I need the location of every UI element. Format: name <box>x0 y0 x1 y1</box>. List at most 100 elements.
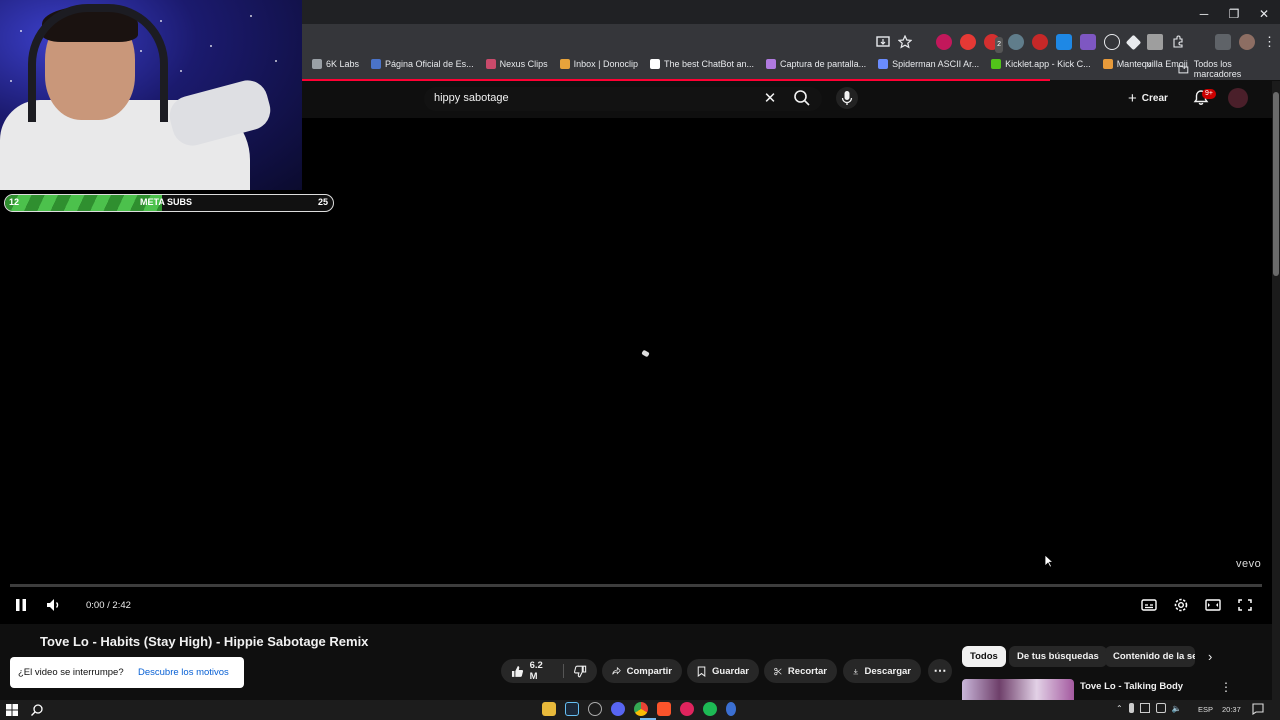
extensions-toolbar: 2 ⋮ <box>876 33 1276 53</box>
extensions-puzzle-icon[interactable] <box>1171 35 1185 49</box>
subtitles-icon[interactable] <box>1140 597 1158 613</box>
chrome-icon[interactable] <box>634 702 648 716</box>
network-icon[interactable] <box>1155 703 1166 713</box>
app-icon[interactable] <box>680 702 694 716</box>
volume-icon[interactable]: 🔈 <box>1172 704 1182 713</box>
chrome-menu-icon[interactable]: ⋮ <box>1263 34 1276 50</box>
extension-icon[interactable] <box>1056 34 1072 50</box>
like-divider <box>563 664 564 678</box>
steam-icon[interactable] <box>565 702 579 716</box>
reading-list-icon[interactable] <box>1215 34 1231 50</box>
thumbs-up-icon <box>511 665 524 677</box>
clear-search-icon[interactable]: ✕ <box>762 89 778 107</box>
bookmark-favicon-icon <box>559 59 570 69</box>
search-query[interactable]: hippy sabotage <box>434 92 509 104</box>
spotify-icon[interactable] <box>703 702 717 716</box>
account-avatar[interactable] <box>1228 88 1248 108</box>
bookmark-favicon-icon <box>485 59 496 69</box>
bookmark-item[interactable]: Página Oficial de Es... <box>371 59 474 69</box>
close-icon[interactable]: ✕ <box>1256 6 1272 22</box>
settings-gear-icon[interactable] <box>1172 597 1190 613</box>
fullscreen-icon[interactable] <box>1236 597 1254 613</box>
microphone-icon[interactable] <box>1128 703 1134 713</box>
bookmark-favicon-icon <box>878 59 889 69</box>
chip-all[interactable]: Todos <box>962 646 1006 667</box>
share-button[interactable]: Compartir <box>602 659 682 683</box>
extension-icon[interactable] <box>936 34 952 50</box>
toast-text: ¿El video se interrumpe? <box>18 667 124 678</box>
clip-button[interactable]: Recortar <box>764 659 837 683</box>
save-button[interactable]: Guardar <box>687 659 759 683</box>
bookmark-label: Captura de pantalla... <box>780 59 867 69</box>
taskbar-search-icon[interactable] <box>30 703 44 717</box>
bookmark-item[interactable]: Kicklet.app - Kick C... <box>991 59 1091 69</box>
chevron-up-icon[interactable]: ⌃ <box>1116 704 1123 713</box>
extension-icon[interactable] <box>960 34 976 50</box>
extension-icon[interactable] <box>1032 34 1048 50</box>
bookmark-item[interactable]: 6K Labs <box>312 59 359 69</box>
search-icon[interactable] <box>792 88 812 108</box>
chip-series-content[interactable]: Contenido de la ser <box>1105 646 1195 667</box>
bookmarks-list: 6K Labs Página Oficial de Es... Nexus Clip… <box>312 59 1188 69</box>
profile-avatar-icon[interactable] <box>1239 34 1255 50</box>
clock[interactable]: 20:37 <box>1222 705 1241 714</box>
restore-icon[interactable]: ❐ <box>1226 6 1242 22</box>
chip-from-searches[interactable]: De tus búsquedas <box>1009 646 1107 667</box>
windows-start-icon[interactable] <box>6 704 18 716</box>
chevron-right-icon[interactable]: › <box>1208 649 1212 664</box>
notification-center-icon[interactable] <box>1252 703 1264 715</box>
discord-icon[interactable] <box>611 702 625 716</box>
bookmark-favicon-icon <box>312 59 322 69</box>
bookmark-star-icon[interactable] <box>898 35 912 49</box>
player-progress-bar[interactable] <box>10 584 1262 587</box>
extension-icon[interactable]: 2 <box>984 34 1003 53</box>
create-button[interactable]: + Crear <box>1128 90 1168 107</box>
input-language[interactable]: ESP <box>1198 705 1213 714</box>
tray-app-icon[interactable] <box>1139 703 1150 713</box>
extension-icon[interactable] <box>1104 34 1120 50</box>
theater-mode-icon[interactable] <box>1204 597 1222 613</box>
bookmark-item[interactable]: The best ChatBot an... <box>649 59 754 69</box>
volume-icon[interactable] <box>46 598 62 612</box>
bookmark-favicon-icon <box>371 59 382 69</box>
bookmark-label: Spiderman ASCII Ar... <box>892 59 980 69</box>
install-app-icon[interactable] <box>876 35 890 49</box>
all-bookmarks-button[interactable]: Todos los marcadores <box>1178 59 1280 79</box>
extension-icon[interactable] <box>1008 34 1024 50</box>
extension-icon[interactable] <box>1147 34 1163 50</box>
bookmark-item[interactable]: Captura de pantalla... <box>766 59 866 69</box>
video-title: Tove Lo - Habits (Stay High) - Hippie Sa… <box>40 634 369 649</box>
extension-icon[interactable] <box>1125 34 1142 50</box>
minimize-icon[interactable]: ─ <box>1196 6 1212 22</box>
microphone-icon[interactable] <box>836 87 858 109</box>
scissors-icon <box>774 667 782 675</box>
brave-icon[interactable] <box>657 702 671 716</box>
app-icon[interactable] <box>588 702 602 716</box>
app-icon[interactable] <box>726 702 736 716</box>
download-button[interactable]: Descargar <box>843 659 921 683</box>
related-video-title[interactable]: Tove Lo - Talking Body <box>1080 681 1183 692</box>
bookmark-favicon-icon <box>1102 59 1113 69</box>
extension-badge: 2 <box>995 37 1003 53</box>
bookmark-item[interactable]: Inbox | Donoclip <box>559 59 638 69</box>
extension-icon[interactable] <box>1080 34 1096 50</box>
scrollbar-thumb[interactable] <box>1273 92 1279 276</box>
related-video-menu-icon[interactable]: ⋮ <box>1220 680 1232 694</box>
related-video-thumbnail[interactable] <box>962 679 1074 701</box>
clip-label: Recortar <box>787 665 827 677</box>
like-button[interactable]: 6.2 M <box>501 659 597 683</box>
bookmarks-overflow-button[interactable]: » <box>1146 59 1152 70</box>
more-actions-icon[interactable]: ⋯ <box>928 659 952 683</box>
bookmark-label: Página Oficial de Es... <box>385 59 474 69</box>
player-time: 0:00 / 2:42 <box>86 600 131 611</box>
bookmark-item[interactable]: Spiderman ASCII Ar... <box>878 59 979 69</box>
bookmark-item[interactable]: Nexus Clips <box>485 59 548 69</box>
pause-icon[interactable] <box>14 598 28 612</box>
bookmark-label: Kicklet.app - Kick C... <box>1005 59 1091 69</box>
sub-goal-label: META SUBS <box>140 197 193 207</box>
file-explorer-icon[interactable] <box>542 702 556 716</box>
create-label: Crear <box>1141 93 1168 104</box>
toast-link[interactable]: Descubre los motivos <box>138 667 229 678</box>
streamer-webcam <box>0 0 302 190</box>
thumbs-down-icon[interactable] <box>574 665 587 678</box>
